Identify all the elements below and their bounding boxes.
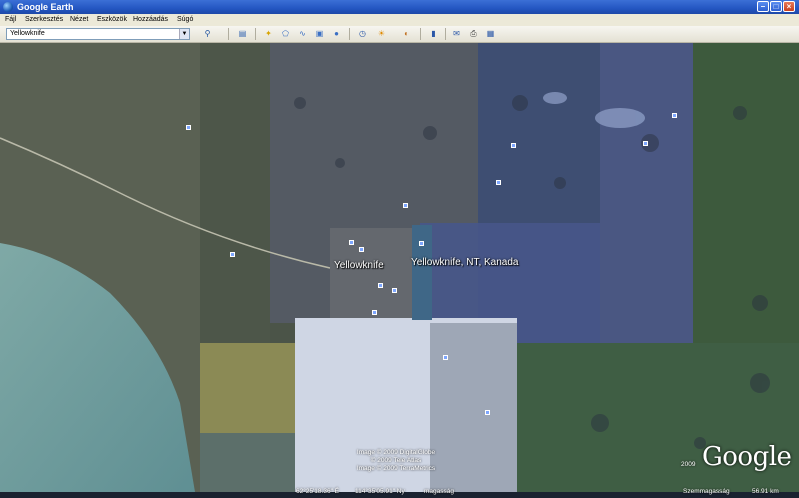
- map-viewport[interactable]: Yellowknife Yellowknife, NT, Kanada Imag…: [0, 43, 799, 492]
- toolbar-separator: [445, 28, 446, 40]
- ruler-icon[interactable]: ▮: [427, 28, 440, 40]
- search-icon[interactable]: ⚲: [201, 28, 214, 40]
- placemark-pin[interactable]: [511, 143, 516, 148]
- placemark-pin[interactable]: [359, 247, 364, 252]
- search-input[interactable]: Yellowknife ▼: [6, 28, 190, 40]
- planets-icon[interactable]: ◐: [400, 28, 413, 40]
- image-overlay-icon[interactable]: ▣: [313, 28, 326, 40]
- copyright-line: Image © 2009 TerraMetrics: [356, 465, 436, 472]
- status-bar: 62°25'18.36" É 114°35'05.91" Ny magasság…: [0, 484, 799, 498]
- google-logo: Google: [702, 442, 792, 472]
- copyright-line: © 2009 Tele Atlas: [370, 457, 422, 464]
- maximize-button[interactable]: □: [770, 1, 782, 12]
- placemark-pin[interactable]: [419, 241, 424, 246]
- latitude-readout: 62°25'18.36" É: [296, 488, 340, 495]
- placemark-pin[interactable]: [378, 283, 383, 288]
- placemark-pin[interactable]: [230, 252, 235, 257]
- print-icon[interactable]: ⎙: [467, 28, 480, 40]
- search-result-label[interactable]: Yellowknife, NT, Kanada: [411, 257, 518, 268]
- close-button[interactable]: ×: [783, 1, 795, 12]
- minimize-button[interactable]: –: [757, 1, 769, 12]
- polygon-icon[interactable]: ⬠: [279, 28, 292, 40]
- longitude-readout: 114°35'05.91" Ny: [355, 488, 405, 495]
- placemark-pin[interactable]: [392, 288, 397, 293]
- menu-view[interactable]: Nézet: [70, 16, 88, 23]
- menu-help[interactable]: Súgó: [177, 16, 193, 23]
- imagery-copyright: Image © 2009 DigitalGlobe © 2009 Tele At…: [334, 449, 458, 473]
- toolbar-separator: [349, 28, 350, 40]
- placemark-pin[interactable]: [403, 203, 408, 208]
- menu-bar: Fájl Szerkesztés Nézet Eszközök Hozzáadá…: [0, 14, 799, 26]
- placemark-pin[interactable]: [349, 240, 354, 245]
- view-in-maps-icon[interactable]: ▦: [484, 28, 497, 40]
- eye-altitude-label: Szemmagasság: [683, 488, 730, 495]
- google-earth-app-icon: [3, 2, 13, 12]
- satellite-imagery: [0, 43, 799, 492]
- toolbar-separator: [255, 28, 256, 40]
- placemark-pin[interactable]: [672, 113, 677, 118]
- title-bar: Google Earth – □ ×: [0, 0, 799, 14]
- copyright-line: Image © 2009 DigitalGlobe: [356, 449, 436, 456]
- toolbar: Yellowknife ▼ ⚲ ▤ ✦ ⬠ ∿ ▣ ● ◷ ☀ ◐ ▮ ✉ ⎙ …: [0, 26, 799, 43]
- logo-year: 2009: [681, 461, 696, 468]
- sun-icon[interactable]: ☀: [375, 28, 388, 40]
- window-title: Google Earth: [17, 2, 74, 12]
- placemark-pin[interactable]: [485, 410, 490, 415]
- path-icon[interactable]: ∿: [296, 28, 309, 40]
- toolbar-separator: [420, 28, 421, 40]
- chevron-down-icon[interactable]: ▼: [179, 29, 189, 39]
- search-input-value: Yellowknife: [10, 30, 45, 37]
- placemark-icon[interactable]: ✦: [262, 28, 275, 40]
- menu-tools[interactable]: Eszközök: [97, 16, 127, 23]
- place-label-yellowknife[interactable]: Yellowknife: [334, 260, 384, 271]
- placemark-pin[interactable]: [443, 355, 448, 360]
- email-icon[interactable]: ✉: [450, 28, 463, 40]
- elevation-label: magasság: [424, 488, 454, 495]
- eye-altitude-value: 56.91 km: [752, 488, 779, 495]
- placemark-pin[interactable]: [643, 141, 648, 146]
- menu-add[interactable]: Hozzáadás: [133, 16, 168, 23]
- sidebar-icon[interactable]: ▤: [236, 28, 249, 40]
- toolbar-separator: [228, 28, 229, 40]
- menu-edit[interactable]: Szerkesztés: [25, 16, 63, 23]
- placemark-pin[interactable]: [372, 310, 377, 315]
- menu-file[interactable]: Fájl: [5, 16, 16, 23]
- record-tour-icon[interactable]: ●: [330, 28, 343, 40]
- placemark-pin[interactable]: [186, 125, 191, 130]
- placemark-pin[interactable]: [496, 180, 501, 185]
- historical-imagery-icon[interactable]: ◷: [356, 28, 369, 40]
